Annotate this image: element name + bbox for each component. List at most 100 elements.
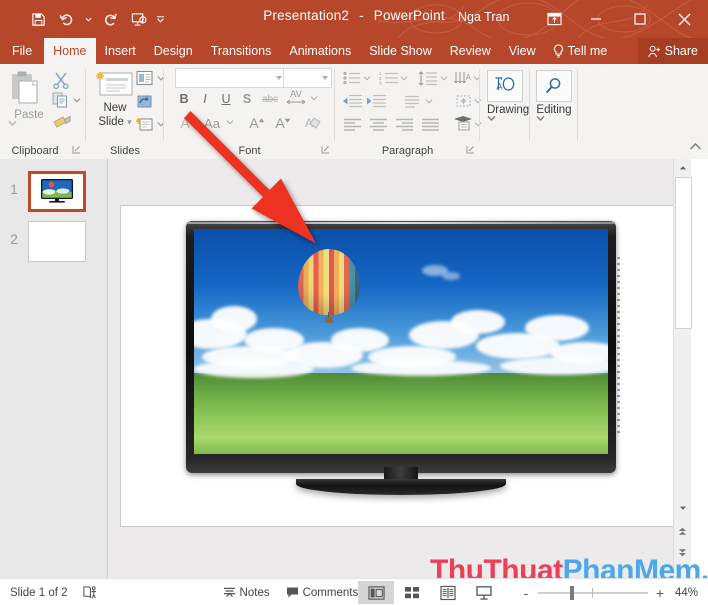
align-center-icon [369, 118, 387, 131]
bold-button[interactable]: B [175, 90, 193, 108]
numbering-button[interactable]: 123 [377, 69, 399, 87]
slide-image-led-tv[interactable] [186, 221, 620, 506]
tab-slide-show[interactable]: Slide Show [360, 38, 441, 64]
numbering-dropdown[interactable] [399, 72, 409, 84]
chevron-down-icon [276, 76, 282, 80]
quick-access-toolbar [26, 6, 167, 32]
new-slide-button[interactable]: New Slide ▾ [92, 69, 138, 129]
scroll-up-button[interactable] [674, 159, 691, 176]
character-spacing-button[interactable]: AV [284, 87, 308, 107]
italic-button[interactable]: I [196, 90, 214, 108]
image-selection-handles[interactable] [617, 257, 620, 433]
section-button[interactable] [136, 116, 165, 132]
maximize-icon[interactable] [618, 3, 662, 35]
align-text-dropdown[interactable] [424, 95, 434, 107]
thumbnail-image-2[interactable] [28, 221, 86, 262]
decrease-indent-button[interactable] [341, 92, 363, 110]
format-painter-button[interactable] [52, 114, 71, 130]
previous-slide-button[interactable] [674, 523, 691, 540]
undo-dropdown-icon[interactable] [82, 7, 95, 32]
tab-design[interactable]: Design [145, 38, 202, 64]
save-icon[interactable] [26, 7, 51, 32]
editing-button[interactable]: Editing [536, 70, 572, 121]
zoom-out-button[interactable]: - [520, 585, 532, 601]
account-user-name[interactable]: Nga Tran [458, 10, 509, 24]
slide-canvas[interactable] [120, 205, 681, 527]
comments-button[interactable]: Comments [286, 586, 358, 599]
ribbon-display-options-icon[interactable] [534, 3, 574, 35]
decrease-font-size-button[interactable]: A [272, 113, 294, 133]
align-left-button[interactable] [341, 115, 363, 133]
copy-button[interactable] [52, 92, 81, 108]
slides-group-label: Slides [110, 145, 140, 157]
thumbnail-slide-2[interactable]: 2 [0, 221, 107, 262]
tab-file[interactable]: File [0, 38, 44, 64]
accessibility-checker-icon[interactable] [82, 585, 98, 600]
reset-slide-button[interactable] [136, 93, 153, 109]
slide-layout-button[interactable] [136, 70, 165, 86]
start-presentation-icon[interactable] [126, 7, 151, 32]
underline-button[interactable]: U [217, 90, 235, 108]
paste-button[interactable]: Paste [8, 70, 50, 126]
tab-animations[interactable]: Animations [280, 38, 360, 64]
cut-button[interactable] [52, 71, 70, 89]
strikethrough-button[interactable]: abc [259, 90, 281, 108]
paragraph-dialog-launcher[interactable] [466, 145, 477, 156]
bullets-button[interactable] [341, 69, 361, 87]
change-case-dropdown[interactable] [225, 116, 235, 128]
convert-smartart-button[interactable] [452, 92, 474, 110]
bullets-dropdown[interactable] [362, 72, 372, 84]
scrollbar-thumb[interactable] [675, 177, 692, 329]
redo-icon[interactable] [98, 7, 123, 32]
tab-view[interactable]: View [500, 38, 545, 64]
zoom-in-button[interactable]: + [654, 585, 666, 601]
zoom-slider-handle[interactable] [570, 585, 574, 600]
thumbnail-image-1[interactable] [28, 171, 86, 212]
zoom-level-value[interactable]: 44% [670, 587, 698, 599]
slide-sorter-view-button[interactable] [394, 581, 430, 604]
line-spacing-button[interactable] [417, 69, 439, 87]
slide-counter[interactable]: Slide 1 of 2 [10, 587, 68, 599]
tab-transitions[interactable]: Transitions [202, 38, 281, 64]
increase-indent-button[interactable] [365, 92, 387, 110]
close-icon[interactable] [662, 3, 706, 35]
align-right-button[interactable] [393, 115, 415, 133]
slide-show-button[interactable] [466, 581, 502, 604]
clear-formatting-button[interactable]: A [303, 113, 325, 133]
tell-me-box[interactable]: Tell me [545, 38, 616, 64]
share-button[interactable]: Share [637, 38, 708, 64]
tab-home[interactable]: Home [44, 38, 96, 64]
line-spacing-dropdown[interactable] [439, 72, 449, 84]
change-case-button[interactable]: Aa [200, 113, 224, 133]
align-center-button[interactable] [367, 115, 389, 133]
customize-qat-icon[interactable] [154, 7, 167, 32]
align-text-button[interactable] [401, 92, 423, 110]
font-size-combobox[interactable] [283, 68, 332, 88]
zoom-slider[interactable] [538, 585, 648, 600]
columns-button[interactable] [452, 114, 474, 133]
clipboard-dialog-launcher[interactable] [72, 145, 83, 156]
increase-font-size-button[interactable]: A [246, 113, 268, 133]
minimize-icon[interactable] [574, 3, 618, 35]
copy-dropdown-icon[interactable] [73, 97, 81, 103]
vertical-scrollbar[interactable] [673, 159, 692, 578]
tab-insert[interactable]: Insert [96, 38, 145, 64]
font-name-combobox[interactable] [175, 68, 286, 88]
text-shadow-button[interactable]: S [238, 90, 256, 108]
tab-review[interactable]: Review [441, 38, 500, 64]
font-color-button[interactable]: A [175, 113, 195, 133]
normal-view-button[interactable] [358, 581, 394, 604]
collapse-ribbon-icon[interactable] [689, 142, 703, 156]
scroll-down-button[interactable] [674, 499, 691, 516]
character-spacing-dropdown[interactable] [309, 92, 319, 104]
align-left-icon [343, 118, 361, 131]
notes-button[interactable]: Notes [223, 586, 270, 599]
slide-thumbnail-pane[interactable]: 1 2 [0, 159, 108, 578]
drawing-button[interactable]: A Drawing [487, 70, 529, 121]
font-dialog-launcher[interactable] [321, 145, 332, 156]
reading-view-button[interactable] [430, 581, 466, 604]
text-direction-button[interactable]: A [453, 69, 473, 87]
thumbnail-slide-1[interactable]: 1 [0, 171, 107, 212]
undo-icon[interactable] [54, 7, 79, 32]
justify-button[interactable] [419, 115, 441, 133]
